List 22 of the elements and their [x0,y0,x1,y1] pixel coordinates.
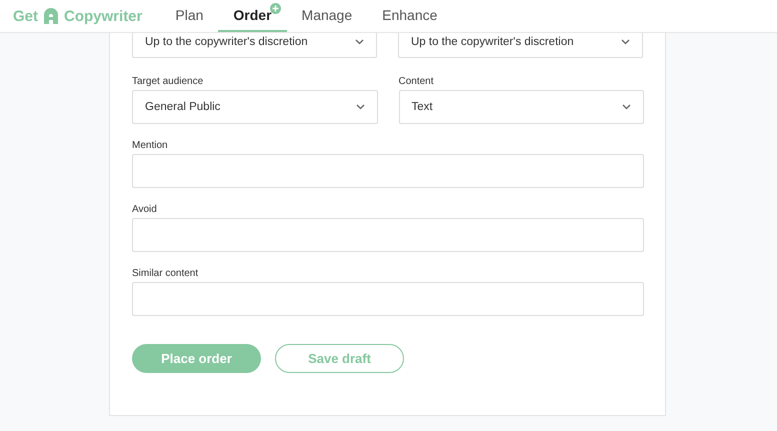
field-label: Mention [132,140,169,151]
logo-text: Get [13,8,38,24]
field-label: Avoid [132,204,158,215]
input-field[interactable] [132,218,644,252]
input-field[interactable] [132,154,644,188]
nav-tab[interactable]: Manage [286,0,368,32]
field-label: Similar content [132,268,200,279]
field-label: Content [398,76,435,87]
input-field[interactable] [132,282,644,316]
dropdown[interactable]: Up to the copywriter's discretion [398,33,643,58]
dropdown[interactable]: General Public [132,90,378,124]
nav-tab[interactable]: Plan [160,0,218,32]
chevron-down-icon [355,38,364,44]
nav-tab[interactable]: Enhance [367,0,452,32]
chevron-down-icon [621,38,630,44]
dropdown[interactable]: Up to the copywriter's discretion [132,33,377,58]
logo-icon [42,7,60,25]
chevron-down-icon [622,104,631,110]
logo-text: Copywriter [64,8,142,24]
dropdown[interactable]: Text [398,90,644,124]
field-label: Target audience [132,76,204,87]
chevron-down-icon [356,104,364,110]
